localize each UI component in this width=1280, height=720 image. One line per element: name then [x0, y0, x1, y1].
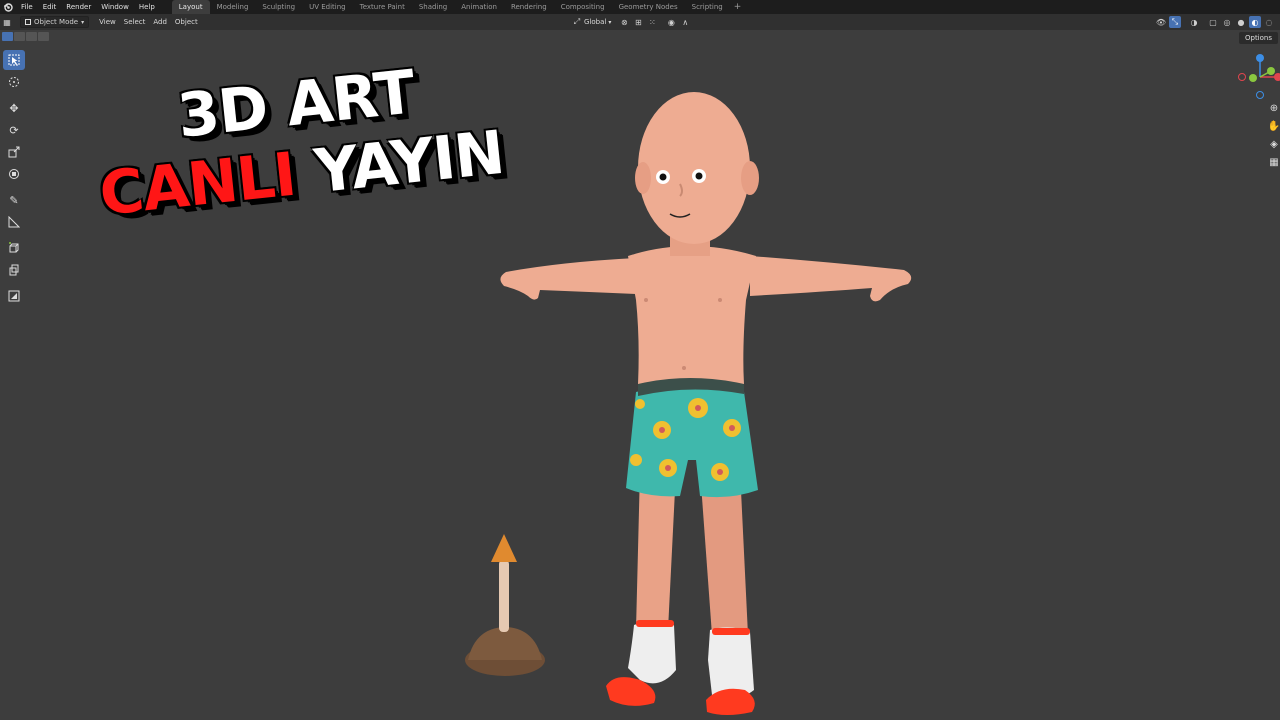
select-subtract-icon[interactable]	[26, 32, 37, 41]
cursor-icon[interactable]	[3, 72, 25, 92]
extrude-icon[interactable]	[3, 260, 25, 280]
pivot-icon[interactable]: ⊗	[618, 16, 630, 28]
menu-file[interactable]: File	[16, 0, 38, 14]
tab-scripting[interactable]: Scripting	[685, 0, 730, 14]
select-extend-icon[interactable]	[14, 32, 25, 41]
falloff-icon[interactable]: ∧	[679, 16, 691, 28]
tab-uv-editing[interactable]: UV Editing	[302, 0, 353, 14]
menu-window[interactable]: Window	[96, 0, 134, 14]
gizmo-neg-x-axis[interactable]	[1238, 73, 1246, 81]
snap-icon[interactable]: ⊞	[632, 16, 644, 28]
transform-icon[interactable]	[3, 164, 25, 184]
annotate-icon[interactable]: ✎	[3, 190, 25, 210]
tab-compositing[interactable]: Compositing	[554, 0, 612, 14]
overlay-title-red-word: CANLI	[96, 139, 299, 230]
viewport-display-controls: 👁 ⤡ ◑ ▢ ◎ ● ◐ ◌	[1154, 16, 1276, 28]
wireframe-shading-icon[interactable]: ◎	[1221, 16, 1233, 28]
menu-object[interactable]: Object	[171, 18, 202, 26]
top-menu-bar: File Edit Render Window Help Layout Mode…	[0, 0, 1280, 14]
rotate-icon[interactable]: ⟳	[3, 120, 25, 140]
options-button[interactable]: Options	[1238, 32, 1278, 44]
navigation-gizmo[interactable]	[1232, 50, 1280, 102]
gizmo-neg-y-axis[interactable]	[1249, 74, 1257, 82]
tab-animation[interactable]: Animation	[454, 0, 504, 14]
gizmo-y-axis[interactable]	[1267, 67, 1275, 75]
editor-type-icon[interactable]: ▦	[1, 16, 13, 28]
zoom-icon[interactable]: ⊕	[1268, 100, 1280, 116]
measure-icon[interactable]	[3, 212, 25, 232]
tab-sculpting[interactable]: Sculpting	[255, 0, 302, 14]
select-new-icon[interactable]	[2, 32, 13, 41]
object-mode-label: Object Mode	[34, 18, 79, 26]
object-mode-icon	[25, 19, 31, 25]
snap-target-icon[interactable]: ⁙	[646, 16, 658, 28]
menu-select[interactable]: Select	[120, 18, 150, 26]
shorts-flowers	[630, 398, 741, 481]
visibility-icon[interactable]: 👁	[1155, 16, 1167, 28]
tab-geometry-nodes[interactable]: Geometry Nodes	[612, 0, 685, 14]
gizmo-z-axis[interactable]	[1256, 54, 1264, 62]
gizmo-x-axis[interactable]	[1274, 73, 1280, 81]
tool-shelf: ✥ ⟳ ✎	[3, 50, 25, 308]
proportional-edit-icon[interactable]: ◉	[665, 16, 677, 28]
arrow-prop	[465, 534, 545, 676]
menu-edit[interactable]: Edit	[38, 0, 62, 14]
material-shading-icon[interactable]: ◐	[1249, 16, 1261, 28]
gizmo-toggle-icon[interactable]: ⤡	[1169, 16, 1181, 28]
menu-add[interactable]: Add	[149, 18, 171, 26]
overlay-toggle-icon[interactable]: ◑	[1188, 16, 1200, 28]
pan-icon[interactable]: ✋	[1268, 118, 1280, 134]
tab-texture-paint[interactable]: Texture Paint	[353, 0, 412, 14]
perspective-grid-icon[interactable]: ▦	[1268, 154, 1280, 170]
viewport-header: ▦ Object Mode ▾ View Select Add Object ⤢…	[0, 14, 1280, 30]
move-icon[interactable]: ✥	[3, 98, 25, 118]
menu-render[interactable]: Render	[61, 0, 96, 14]
tab-rendering[interactable]: Rendering	[504, 0, 554, 14]
tab-layout[interactable]: Layout	[171, 0, 210, 14]
orientation-icon: ⤢	[573, 17, 581, 26]
tab-shading[interactable]: Shading	[412, 0, 454, 14]
image-icon[interactable]	[3, 286, 25, 306]
solid-shading-icon[interactable]: ●	[1235, 16, 1247, 28]
object-mode-dropdown[interactable]: Object Mode ▾	[20, 16, 90, 28]
chevron-down-icon[interactable]: ▾	[608, 19, 611, 26]
blender-logo-icon[interactable]	[0, 0, 16, 14]
character-model	[500, 92, 912, 715]
orientation-label[interactable]: Global	[584, 18, 606, 26]
rendered-shading-icon[interactable]: ◌	[1263, 16, 1275, 28]
transform-controls: ⤢ Global ▾ ⊗ ⊞ ⁙ ◉ ∧	[570, 16, 692, 28]
viewport-nav-buttons: ⊕ ✋ ◈ ▦	[1268, 100, 1280, 172]
workspace-tabs: Layout Modeling Sculpting UV Editing Tex…	[171, 0, 746, 14]
gizmo-neg-z-axis[interactable]	[1256, 91, 1264, 99]
tab-modeling[interactable]: Modeling	[210, 0, 256, 14]
select-invert-icon[interactable]	[38, 32, 49, 41]
menu-help[interactable]: Help	[134, 0, 160, 14]
menu-view[interactable]: View	[95, 18, 120, 26]
chevron-down-icon: ▾	[81, 18, 85, 26]
xray-icon[interactable]: ▢	[1207, 16, 1219, 28]
camera-icon[interactable]: ◈	[1268, 136, 1280, 152]
selection-mode-buttons	[2, 32, 49, 41]
scale-icon[interactable]	[3, 142, 25, 162]
add-cube-icon[interactable]	[3, 238, 25, 258]
add-workspace-button[interactable]: +	[730, 2, 746, 12]
select-box-icon[interactable]	[3, 50, 25, 70]
